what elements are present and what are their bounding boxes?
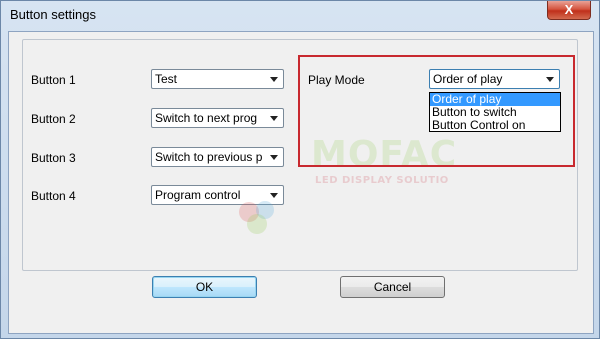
watermark-subtext: LED DISPLAY SOLUTIO xyxy=(315,175,449,186)
button-1-value: Test xyxy=(155,72,178,86)
chevron-down-icon[interactable] xyxy=(266,110,281,126)
play-mode-option-button-control[interactable]: Button Control on xyxy=(430,119,560,132)
button-2-value: Switch to next prog xyxy=(155,111,258,125)
button-4-label: Button 4 xyxy=(31,189,76,203)
play-mode-select[interactable]: Order of play xyxy=(429,69,560,89)
play-mode-value: Order of play xyxy=(433,72,503,86)
chevron-down-icon[interactable] xyxy=(266,149,281,165)
play-mode-label: Play Mode xyxy=(308,73,365,87)
play-mode-dropdown-list: Order of play Button to switch Button Co… xyxy=(429,92,561,132)
button-3-select[interactable]: Switch to previous p xyxy=(151,147,284,167)
button-3-label: Button 3 xyxy=(31,151,76,165)
chevron-down-icon[interactable] xyxy=(542,71,557,87)
close-icon: X xyxy=(564,2,574,17)
button-4-value: Program control xyxy=(155,188,241,202)
ok-button[interactable]: OK xyxy=(152,276,257,298)
button-1-label: Button 1 xyxy=(31,73,76,87)
button-2-select[interactable]: Switch to next prog xyxy=(151,108,284,128)
button-2-label: Button 2 xyxy=(31,112,76,126)
button-3-value: Switch to previous p xyxy=(155,150,263,164)
button-settings-dialog: Button settings X Button 1 Test Button 2… xyxy=(0,0,600,339)
cancel-button[interactable]: Cancel xyxy=(340,276,445,298)
watermark-logo-icon xyxy=(239,201,274,234)
dialog-client-area: Button 1 Test Button 2 Switch to next pr… xyxy=(8,31,594,334)
close-button[interactable]: X xyxy=(547,1,591,20)
dialog-title: Button settings xyxy=(10,7,96,22)
chevron-down-icon[interactable] xyxy=(266,71,281,87)
button-1-select[interactable]: Test xyxy=(151,69,284,89)
